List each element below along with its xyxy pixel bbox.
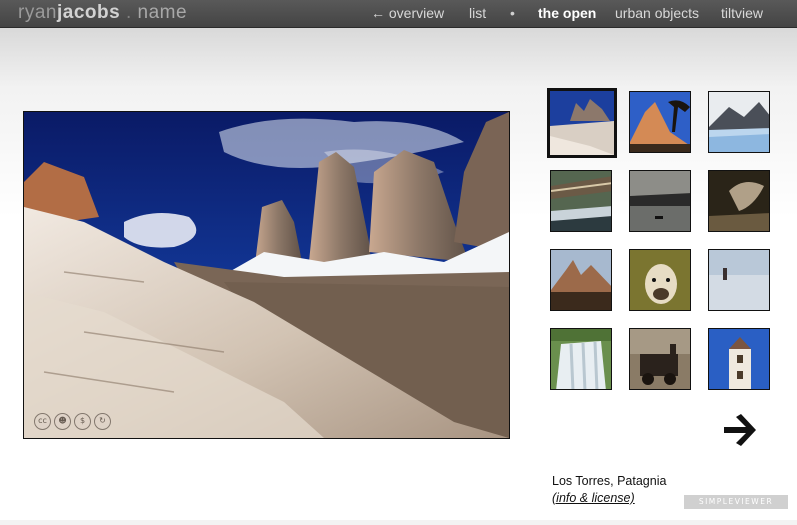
salt-flat-walker-thumbnail[interactable]: [708, 249, 770, 311]
fitzroy-thumbnail[interactable]: [550, 249, 612, 311]
glacier-thumbnail[interactable]: [708, 91, 770, 153]
bottom-strip: [0, 520, 797, 525]
main-photo-image: [24, 112, 509, 438]
logo-part-ryan: ryan: [18, 2, 57, 23]
nav-separator: •: [510, 5, 515, 21]
logo-part-dot: .: [120, 2, 138, 23]
nav-the-open[interactable]: the open: [538, 5, 596, 22]
simpleviewer-badge[interactable]: SIMPLEVIEWER: [684, 495, 788, 509]
nav-urban-objects[interactable]: urban objects: [615, 5, 699, 22]
main-photo[interactable]: cc ☻ $ ↻: [23, 111, 510, 439]
bridge-river-thumbnail[interactable]: [550, 170, 612, 232]
nav-list[interactable]: list: [469, 5, 486, 22]
by-icon: ☻: [54, 413, 71, 430]
waterfall-thumbnail[interactable]: [550, 328, 612, 390]
top-bar: ryanjacobs . name ← overview list • the …: [0, 0, 797, 28]
site-logo[interactable]: ryanjacobs . name: [18, 1, 187, 25]
next-arrow-icon[interactable]: [722, 414, 758, 446]
photo-caption: Los Torres, Patagnia (info & license): [552, 473, 666, 507]
license-icons: cc ☻ $ ↻: [34, 413, 111, 430]
cc-icon: cc: [34, 413, 51, 430]
llama-thumbnail[interactable]: [629, 249, 691, 311]
caption-title: Los Torres, Patagnia: [552, 474, 667, 488]
logo-part-jacobs: jacobs: [56, 2, 121, 23]
train-wreck-thumbnail[interactable]: [629, 328, 691, 390]
mountain-tree-thumbnail[interactable]: [629, 91, 691, 153]
nc-icon: $: [74, 413, 91, 430]
church-tower-thumbnail[interactable]: [708, 328, 770, 390]
info-license-link[interactable]: (info & license): [552, 490, 666, 507]
rock-formation-thumbnail[interactable]: [708, 170, 770, 232]
logo-part-name: name: [137, 2, 188, 23]
sa-icon: ↻: [94, 413, 111, 430]
nav-tiltview[interactable]: tiltview: [721, 5, 763, 22]
sunset-lake-thumbnail[interactable]: [629, 170, 691, 232]
torres-thumbnail[interactable]: [547, 88, 617, 158]
nav-overview[interactable]: ← overview: [371, 5, 444, 22]
